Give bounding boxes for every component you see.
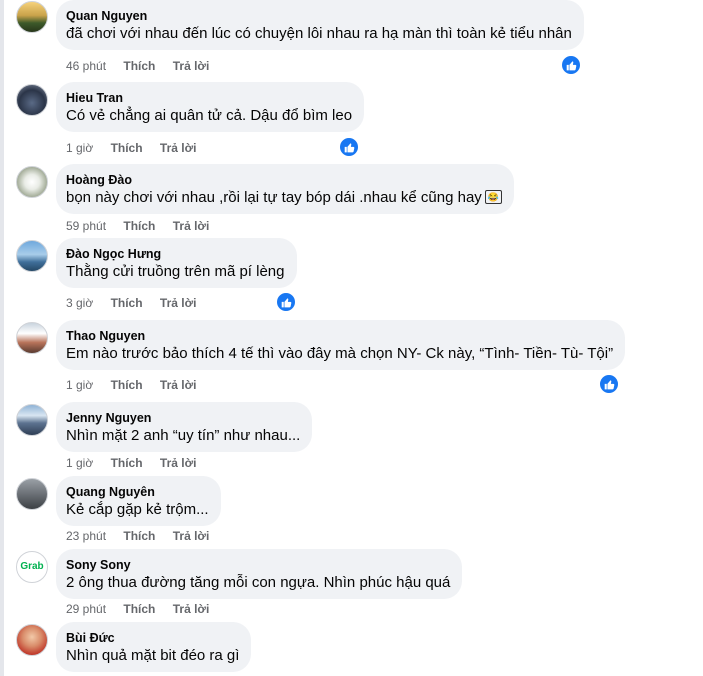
laughing-emoji-icon: 😂 bbox=[484, 190, 503, 204]
avatar[interactable] bbox=[16, 240, 48, 272]
comment-meta: 1 giờ Thích Trả lời bbox=[66, 377, 210, 393]
like-button[interactable]: Thích bbox=[111, 455, 143, 471]
grab-logo-icon: Grab bbox=[20, 561, 44, 572]
like-button[interactable]: Thích bbox=[123, 528, 155, 544]
like-reaction-icon[interactable] bbox=[598, 373, 620, 395]
comment-text: bọn này chơi với nhau ,rồi lại tự tay bó… bbox=[66, 188, 503, 208]
comment-timestamp[interactable]: 29 phút bbox=[66, 601, 106, 617]
comment-author[interactable]: Hieu Tran bbox=[66, 90, 352, 106]
comment-bubble: Thao Nguyen Em nào trước bảo thích 4 tế … bbox=[56, 320, 626, 370]
comment-author[interactable]: Hoàng Đào bbox=[66, 172, 502, 188]
comment-text: đã chơi với nhau đến lúc có chuyện lôi n… bbox=[66, 25, 572, 42]
avatar[interactable] bbox=[16, 1, 48, 33]
like-button[interactable]: Thích bbox=[111, 140, 143, 156]
comment-bubble: Hoàng Đào bọn này chơi với nhau ,rồi lại… bbox=[56, 164, 515, 214]
comment-author[interactable]: Quan Nguyen bbox=[66, 8, 572, 24]
avatar[interactable] bbox=[16, 84, 48, 116]
comment-timestamp[interactable]: 3 giờ bbox=[66, 295, 93, 311]
like-reaction-icon[interactable] bbox=[275, 291, 297, 313]
comment-meta: 1 giờ Thích Trả lời bbox=[66, 455, 210, 471]
comment-text: Nhìn mặt 2 anh “uy tín” như nhau... bbox=[66, 427, 301, 444]
comment-timestamp[interactable]: 23 phút bbox=[66, 528, 106, 544]
like-button[interactable]: Thích bbox=[123, 58, 155, 74]
left-page-edge bbox=[0, 0, 4, 676]
avatar[interactable] bbox=[16, 624, 48, 656]
comment-timestamp[interactable]: 46 phút bbox=[66, 58, 106, 74]
comment-text: Em nào trước bảo thích 4 tế thì vào đây … bbox=[66, 345, 614, 362]
reply-button[interactable]: Trả lời bbox=[160, 140, 197, 156]
comment-meta: 46 phút Thích Trả lời bbox=[66, 58, 223, 74]
reply-button[interactable]: Trả lời bbox=[173, 58, 210, 74]
avatar[interactable] bbox=[16, 404, 48, 436]
comment-timestamp[interactable]: 1 giờ bbox=[66, 455, 93, 471]
comment-text-body: bọn này chơi với nhau ,rồi lại tự tay bó… bbox=[66, 189, 482, 206]
comment-meta: 29 phút Thích Trả lời bbox=[66, 601, 223, 617]
comment-timestamp[interactable]: 1 giờ bbox=[66, 377, 93, 393]
reply-button[interactable]: Trả lời bbox=[160, 455, 197, 471]
comment-author[interactable]: Đào Ngọc Hưng bbox=[66, 246, 285, 262]
like-button[interactable]: Thích bbox=[111, 295, 143, 311]
avatar[interactable]: Grab bbox=[16, 551, 48, 583]
comment-text: Kẻ cắp gặp kẻ trộm... bbox=[66, 501, 209, 518]
comment-author[interactable]: Thao Nguyen bbox=[66, 328, 613, 344]
comment-text: Nhìn quả mặt bit đéo ra gì bbox=[66, 647, 240, 664]
like-button[interactable]: Thích bbox=[111, 377, 143, 393]
reply-button[interactable]: Trả lời bbox=[173, 218, 210, 234]
comment-author[interactable]: Bùi Đức bbox=[66, 630, 239, 646]
reply-button[interactable]: Trả lời bbox=[173, 601, 210, 617]
avatar[interactable] bbox=[16, 166, 48, 198]
comment-bubble: Sony Sony 2 ông thua đường tăng mỗi con … bbox=[56, 549, 463, 599]
comment-meta: 59 phút Thích Trả lời bbox=[66, 218, 223, 234]
comment-meta: 23 phút Thích Trả lời bbox=[66, 528, 223, 544]
comment-timestamp[interactable]: 59 phút bbox=[66, 218, 106, 234]
comment-meta: 1 giờ Thích Trả lời bbox=[66, 140, 210, 156]
comment-bubble: Bùi Đức Nhìn quả mặt bit đéo ra gì bbox=[56, 622, 252, 672]
like-reaction-icon[interactable] bbox=[338, 136, 360, 158]
comment-bubble: Jenny Nguyen Nhìn mặt 2 anh “uy tín” như… bbox=[56, 402, 313, 452]
like-button[interactable]: Thích bbox=[123, 601, 155, 617]
comment-bubble: Quan Nguyen đã chơi với nhau đến lúc có … bbox=[56, 0, 584, 50]
comment-author[interactable]: Sony Sony bbox=[66, 557, 450, 573]
avatar[interactable] bbox=[16, 322, 48, 354]
comment-text: Có vẻ chẳng ai quân tử cả. Dậu đổ bìm le… bbox=[66, 107, 353, 124]
comment-bubble: Đào Ngọc Hưng Thằng cửi truồng trên mã p… bbox=[56, 238, 297, 288]
comment-text: 2 ông thua đường tăng mỗi con ngựa. Nhìn… bbox=[66, 574, 451, 591]
comment-author[interactable]: Quang Nguyên bbox=[66, 484, 209, 500]
comment-author[interactable]: Jenny Nguyen bbox=[66, 410, 300, 426]
comment-bubble: Quang Nguyên Kẻ cắp gặp kẻ trộm... bbox=[56, 476, 221, 526]
reply-button[interactable]: Trả lời bbox=[173, 528, 210, 544]
avatar[interactable] bbox=[16, 478, 48, 510]
comment-meta: 3 giờ Thích Trả lời bbox=[66, 295, 210, 311]
comment-bubble: Hieu Tran Có vẻ chẳng ai quân tử cả. Dậu… bbox=[56, 82, 365, 132]
like-reaction-icon[interactable] bbox=[560, 54, 582, 76]
reply-button[interactable]: Trả lời bbox=[160, 295, 197, 311]
comment-text: Thằng cửi truồng trên mã pí lèng bbox=[66, 263, 285, 280]
reply-button[interactable]: Trả lời bbox=[160, 377, 197, 393]
comment-timestamp[interactable]: 1 giờ bbox=[66, 140, 93, 156]
like-button[interactable]: Thích bbox=[123, 218, 155, 234]
